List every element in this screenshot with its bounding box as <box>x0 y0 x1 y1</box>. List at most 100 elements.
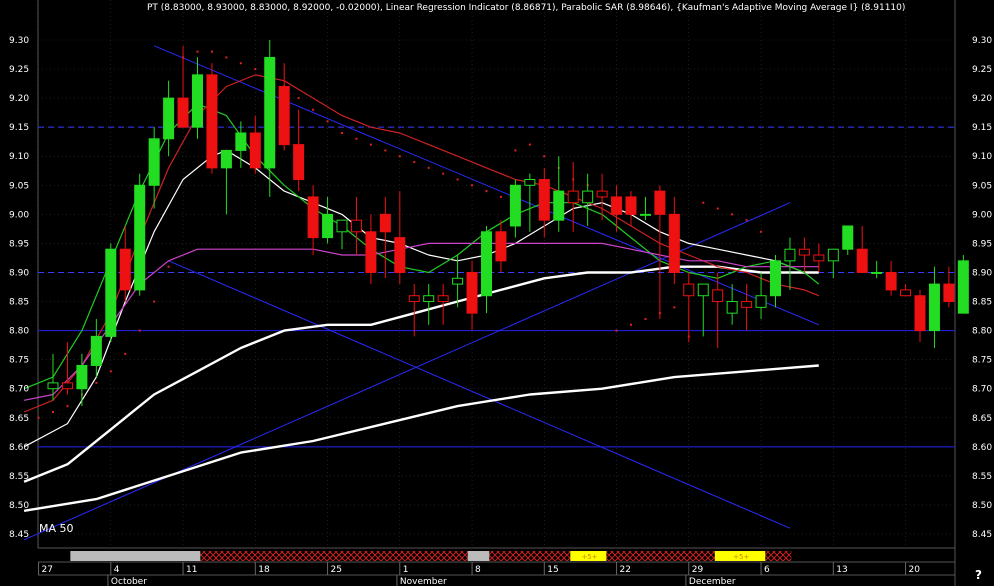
candle-body <box>553 190 565 221</box>
x-tick-label: 25 <box>331 565 342 575</box>
candle-body <box>885 271 897 291</box>
y-tick-label-left: 8.55 <box>9 472 29 482</box>
sar-dot <box>745 219 748 222</box>
candle-body <box>900 289 912 297</box>
candle-body <box>336 219 348 233</box>
y-tick-label-right: 8.45 <box>972 530 992 540</box>
indicator-segment-hatch <box>765 551 792 561</box>
candle-body <box>625 196 637 215</box>
sar-dot <box>499 195 502 198</box>
y-tick-label-left: 8.65 <box>9 414 29 424</box>
month-label: December <box>689 577 736 586</box>
sar-dot <box>413 161 416 164</box>
sar-dot <box>254 68 257 71</box>
chart-background <box>0 0 994 586</box>
sar-dot <box>644 317 647 320</box>
candle-body <box>437 295 449 303</box>
sar-dot <box>341 131 343 134</box>
sar-dot <box>369 143 372 146</box>
sar-dot <box>326 120 329 123</box>
sar-dot <box>210 50 213 53</box>
x-tick-label: 4 <box>114 565 120 575</box>
sar-dot <box>514 149 517 152</box>
candle-body <box>322 213 334 239</box>
candle-body <box>278 85 290 146</box>
x-tick-label: 13 <box>836 565 847 575</box>
x-tick-label: 15 <box>547 565 558 575</box>
candlestick-chart: 9.30 9.30 9.25 9.25 9.20 9.20 9.15 9.15 9.10 9.10… <box>0 0 994 586</box>
y-tick-label-right: 9.10 <box>972 152 992 162</box>
y-tick-label-right: 9.00 <box>972 210 992 220</box>
x-tick-label: 18 <box>258 565 270 575</box>
candle-body <box>524 178 536 186</box>
sar-dot <box>471 184 474 187</box>
x-tick-label: 11 <box>186 565 197 575</box>
candle-body <box>596 190 608 198</box>
y-tick-label-right: 9.30 <box>972 36 992 46</box>
y-tick-label-right: 8.60 <box>972 443 992 453</box>
candle-body <box>481 231 492 297</box>
sar-dot <box>442 172 445 175</box>
y-tick-label-right: 8.65 <box>972 414 992 424</box>
sar-dot <box>731 213 734 216</box>
candle-body <box>192 74 203 128</box>
candle-body <box>770 260 781 297</box>
ma-label: MA 50 <box>39 522 74 535</box>
candle-body <box>365 231 377 273</box>
indicator-segment-gray <box>467 551 490 561</box>
candle-body <box>235 132 247 151</box>
help-icon[interactable]: ? <box>975 568 982 582</box>
candle-body <box>249 132 261 169</box>
sar-dot <box>66 405 69 408</box>
candle-body <box>856 248 868 273</box>
y-tick-label-left: 9.10 <box>9 152 29 162</box>
indicator-segment-hatch <box>606 551 715 561</box>
y-tick-label-left: 8.90 <box>9 268 29 278</box>
candle-body <box>538 178 550 221</box>
candle-body <box>509 184 521 227</box>
sar-dot <box>528 143 531 146</box>
chart-title: PT (8.83000, 8.93000, 8.83000, 8.92000, … <box>147 3 905 13</box>
sar-dot <box>760 230 763 233</box>
y-tick-label-right: 9.05 <box>972 181 992 191</box>
y-tick-label-right: 8.95 <box>972 239 992 249</box>
candle-body <box>148 138 160 186</box>
candle-body <box>163 97 175 140</box>
candle-body <box>452 277 464 285</box>
y-tick-label-left: 9.00 <box>9 210 29 220</box>
candle-body <box>567 190 579 204</box>
y-tick-label-left: 8.85 <box>9 298 29 308</box>
sar-dot <box>37 416 40 419</box>
sar-dot <box>355 137 358 140</box>
y-tick-label-left: 8.60 <box>9 443 29 453</box>
candle-body <box>871 271 883 274</box>
sar-dot <box>384 149 387 152</box>
candle-body <box>914 295 926 332</box>
candle <box>105 243 117 343</box>
candle-body <box>408 295 420 303</box>
candle-body <box>177 97 189 128</box>
candle-body <box>827 248 839 262</box>
y-tick-label-left: 8.45 <box>9 530 29 540</box>
y-tick-label-left: 8.70 <box>9 385 29 395</box>
candle-body <box>90 335 102 366</box>
y-tick-label-left: 9.20 <box>9 94 29 104</box>
indicator-segment-hatch <box>489 551 571 561</box>
month-label: October <box>111 577 147 586</box>
sar-dot <box>225 56 228 59</box>
candle-body <box>654 190 666 215</box>
candle-body <box>119 248 131 291</box>
candle-body <box>61 382 73 390</box>
y-tick-label-right: 8.90 <box>972 268 992 278</box>
sar-dot <box>702 201 705 204</box>
y-tick-label-right: 8.80 <box>972 327 992 337</box>
candle-body <box>466 271 478 314</box>
sar-dot <box>52 410 54 413</box>
sar-dot <box>673 306 676 309</box>
sar-dot <box>153 300 156 303</box>
candle-body <box>206 74 218 169</box>
indicator-segment-label: +5+ <box>581 553 597 561</box>
y-tick-label-right: 8.85 <box>972 298 992 308</box>
x-tick-label: 29 <box>692 565 704 575</box>
y-tick-label-right: 8.70 <box>972 385 992 395</box>
